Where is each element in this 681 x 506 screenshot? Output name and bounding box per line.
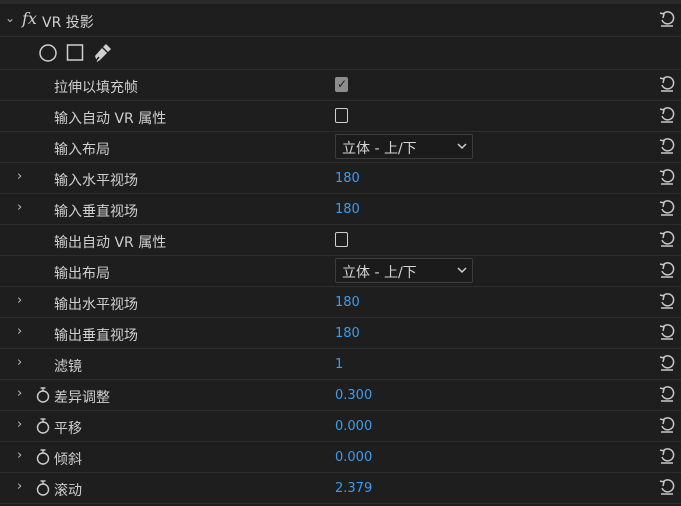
chevron-right-icon[interactable]: ›: [17, 324, 22, 339]
disparity-adjust-value[interactable]: 0.300: [335, 388, 372, 403]
property-label: 输入布局: [54, 142, 110, 158]
stretch-to-fill-checkbox[interactable]: ✓: [335, 77, 348, 92]
chevron-right-icon[interactable]: ›: [17, 417, 22, 432]
property-label: 输出自动 VR 属性: [54, 235, 167, 251]
tilt-value[interactable]: 0.000: [335, 450, 372, 465]
effect-title: VR 投影: [42, 15, 94, 31]
output-auto-vr-checkbox[interactable]: [335, 232, 348, 247]
stopwatch-icon[interactable]: [36, 448, 50, 466]
input-layout-dropdown[interactable]: 立体 - 上/下: [335, 134, 473, 159]
property-row-tilt: › 倾斜 0.000: [0, 442, 681, 473]
effect-header-vr-projection[interactable]: ⌄ fx VR 投影: [0, 4, 681, 37]
property-row-input-layout: 输入布局 立体 - 上/下: [0, 132, 681, 163]
reset-icon[interactable]: [659, 323, 675, 341]
property-label: 滤镜: [54, 359, 82, 375]
reset-icon[interactable]: [659, 292, 675, 310]
property-label: 倾斜: [54, 452, 82, 468]
reset-icon[interactable]: [659, 385, 675, 403]
chevron-down-icon: [457, 267, 467, 274]
chevron-right-icon[interactable]: ›: [17, 293, 22, 308]
reset-icon[interactable]: [659, 261, 675, 279]
stopwatch-icon[interactable]: [36, 479, 50, 497]
reset-icon[interactable]: [659, 447, 675, 465]
property-label: 输出水平视场: [54, 297, 138, 313]
property-row-input-v-fov: › 输入垂直视场 180: [0, 194, 681, 225]
reset-icon[interactable]: [659, 199, 675, 217]
pan-value[interactable]: 0.000: [335, 419, 372, 434]
property-label: 输入垂直视场: [54, 204, 138, 220]
chevron-right-icon[interactable]: ›: [17, 169, 22, 184]
property-label: 差异调整: [54, 390, 110, 406]
input-v-fov-value[interactable]: 180: [335, 202, 360, 217]
pen-mask-icon[interactable]: [92, 43, 112, 65]
dropdown-value: 立体 - 上/下: [342, 141, 417, 157]
output-h-fov-value[interactable]: 180: [335, 295, 360, 310]
property-label: 输入水平视场: [54, 173, 138, 189]
chevron-down-icon: [457, 143, 467, 150]
effect-controls-panel: ⌄ fx VR 投影 拉伸以填充帧 ✓ 输入自动 VR 属性 输入布局 立体 -…: [0, 0, 681, 506]
rectangle-mask-icon[interactable]: [66, 43, 84, 63]
reset-icon[interactable]: [659, 478, 675, 496]
input-h-fov-value[interactable]: 180: [335, 171, 360, 186]
property-row-pan: › 平移 0.000: [0, 411, 681, 442]
input-auto-vr-checkbox[interactable]: [335, 108, 348, 123]
property-row-roll: › 滚动 2.379: [0, 473, 681, 504]
mask-tools-row: [0, 37, 681, 70]
fx-toggle[interactable]: fx: [22, 9, 37, 28]
property-row-output-auto-vr: 输出自动 VR 属性: [0, 225, 681, 256]
chevron-right-icon[interactable]: ›: [17, 200, 22, 215]
property-label: 输入自动 VR 属性: [54, 111, 167, 127]
chevron-right-icon[interactable]: ›: [17, 355, 22, 370]
property-row-filter: › 滤镜 1: [0, 349, 681, 380]
property-label: 平移: [54, 421, 82, 437]
stopwatch-icon[interactable]: [36, 386, 50, 404]
property-row-stretch-to-fill: 拉伸以填充帧 ✓: [0, 70, 681, 101]
reset-icon[interactable]: [659, 230, 675, 248]
reset-icon[interactable]: [659, 354, 675, 372]
property-row-output-v-fov: › 输出垂直视场 180: [0, 318, 681, 349]
chevron-right-icon[interactable]: ›: [17, 386, 22, 401]
property-label: 滚动: [54, 483, 82, 499]
property-row-output-h-fov: › 输出水平视场 180: [0, 287, 681, 318]
property-row-output-layout: 输出布局 立体 - 上/下: [0, 256, 681, 287]
dropdown-value: 立体 - 上/下: [342, 265, 417, 281]
property-row-disparity-adjust: › 差异调整 0.300: [0, 380, 681, 411]
output-layout-dropdown[interactable]: 立体 - 上/下: [335, 258, 473, 283]
reset-icon[interactable]: [659, 10, 675, 28]
filter-value[interactable]: 1: [335, 357, 343, 372]
property-row-input-auto-vr: 输入自动 VR 属性: [0, 101, 681, 132]
reset-icon[interactable]: [659, 75, 675, 93]
stopwatch-icon[interactable]: [36, 417, 50, 435]
output-v-fov-value[interactable]: 180: [335, 326, 360, 341]
checkmark-icon: ✓: [337, 77, 348, 91]
chevron-down-icon[interactable]: ⌄: [5, 11, 15, 25]
property-row-input-h-fov: › 输入水平视场 180: [0, 163, 681, 194]
roll-value[interactable]: 2.379: [335, 481, 372, 496]
property-label: 拉伸以填充帧: [54, 80, 138, 96]
property-label: 输出垂直视场: [54, 328, 138, 344]
chevron-right-icon[interactable]: ›: [17, 479, 22, 494]
property-label: 输出布局: [54, 266, 110, 282]
reset-icon[interactable]: [659, 137, 675, 155]
ellipse-mask-icon[interactable]: [38, 43, 58, 63]
chevron-right-icon[interactable]: ›: [17, 448, 22, 463]
reset-icon[interactable]: [659, 168, 675, 186]
reset-icon[interactable]: [659, 416, 675, 434]
reset-icon[interactable]: [659, 106, 675, 124]
